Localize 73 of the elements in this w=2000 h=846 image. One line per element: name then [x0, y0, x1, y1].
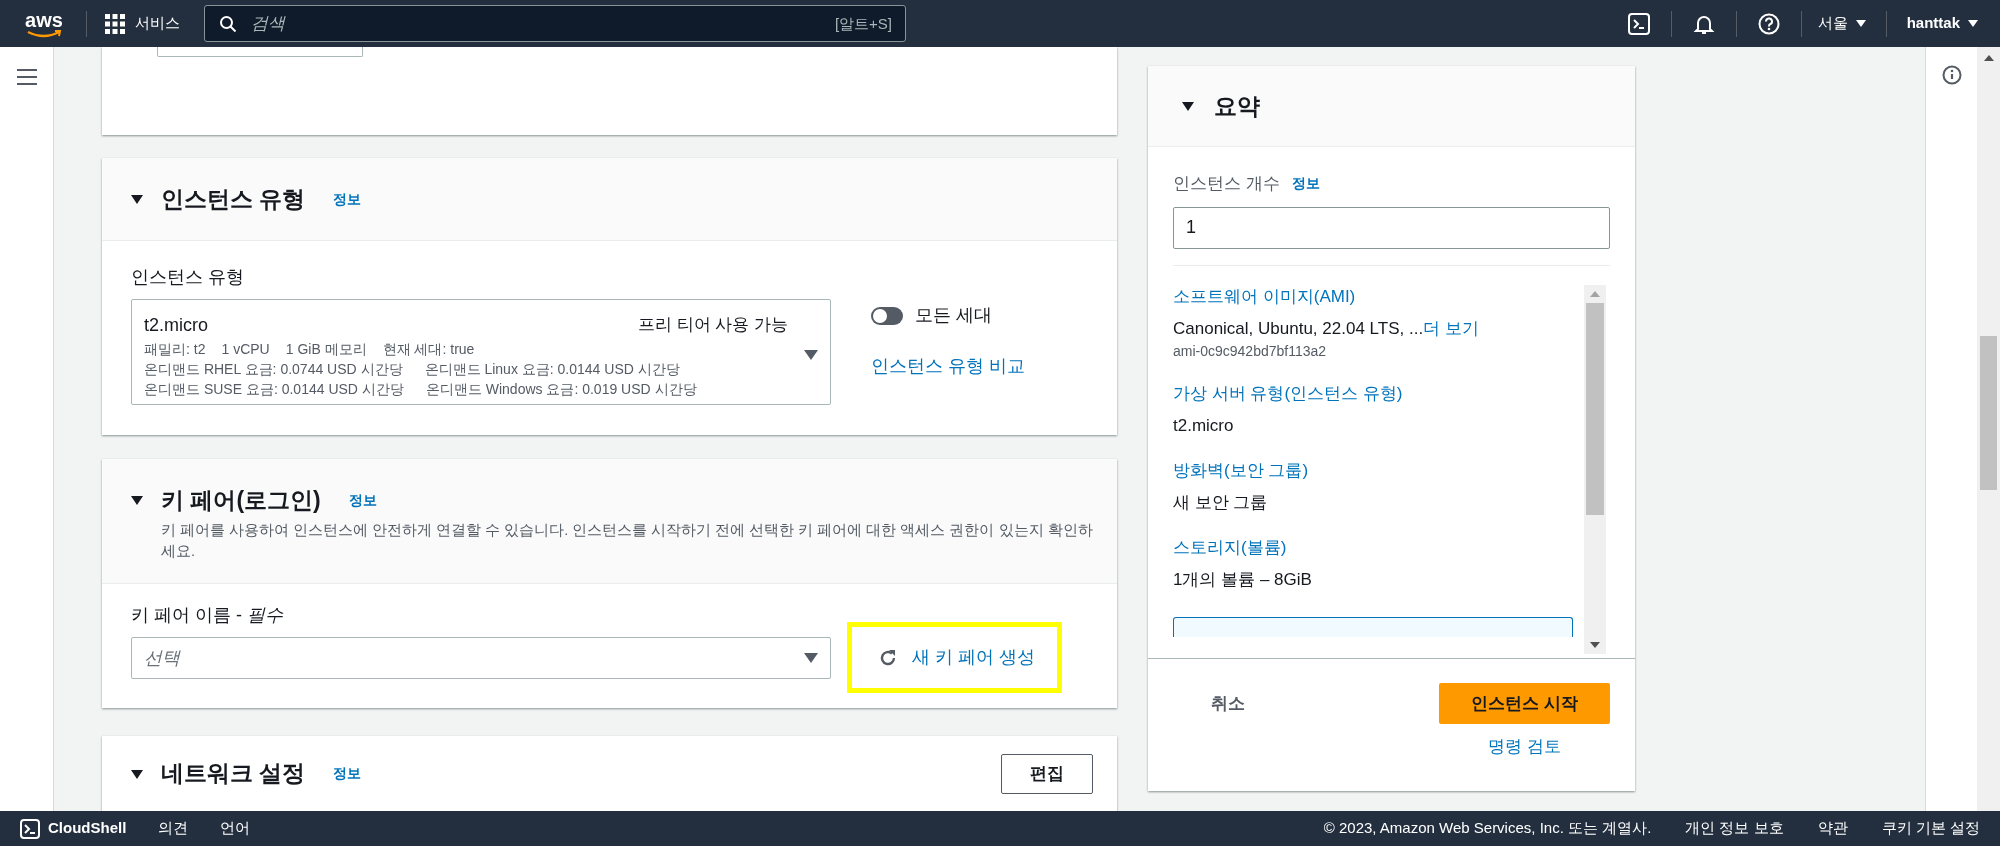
- info-icon[interactable]: [1941, 65, 1962, 85]
- create-key-pair-button[interactable]: 새 키 페어 생성: [847, 622, 1062, 693]
- field-label: 키 페어 이름 - 필수: [131, 604, 284, 627]
- footer-link[interactable]: 약관: [1817, 817, 1848, 840]
- summary-heading-link[interactable]: 스토리지(볼륨): [1173, 535, 1584, 560]
- info-link[interactable]: 정보: [333, 188, 362, 210]
- scroll-up-arrow-icon[interactable]: [1983, 55, 1994, 61]
- menu-icon[interactable]: [16, 69, 37, 85]
- grid-icon: [105, 13, 125, 34]
- services-menu-button[interactable]: 서비스: [105, 12, 180, 35]
- toggle-label: 모든 세대: [915, 304, 992, 327]
- section-title: 키 페어(로그인): [161, 486, 321, 515]
- dropdown-caret-icon: [804, 350, 818, 360]
- summary-value: 새 보안 그룹: [1173, 491, 1268, 514]
- key-pair-select[interactable]: 선택: [131, 637, 831, 679]
- show-more-link[interactable]: 더 보기: [1423, 316, 1479, 341]
- summary-value: t2.micro: [1173, 414, 1234, 437]
- summary-value: Canonical, Ubuntu, 22.04 LTS, ...: [1173, 317, 1424, 340]
- search-icon: [219, 15, 237, 33]
- ami-id: ami-0c9c942bd7bf113a2: [1173, 341, 1328, 361]
- scrollbar[interactable]: [1584, 284, 1606, 654]
- aws-logo[interactable]: aws: [22, 9, 66, 38]
- launch-instance-button[interactable]: 인스턴스 시작: [1439, 683, 1610, 724]
- field-label: 인스턴스 개수: [1173, 173, 1280, 195]
- review-commands-link[interactable]: 명령 검토: [1488, 734, 1561, 760]
- caret-icon: [1968, 20, 1978, 27]
- instance-detail: 1 GiB 메모리: [285, 339, 367, 359]
- instance-count-field[interactable]: 1: [1173, 206, 1610, 249]
- copyright-text: © 2023, Amazon Web Services, Inc. 또는 계열사.: [1323, 818, 1652, 839]
- free-tier-label: 프리 티어 사용 가능: [637, 313, 788, 336]
- cloudshell-icon[interactable]: [1627, 12, 1650, 35]
- cancel-button[interactable]: 취소: [1173, 683, 1283, 724]
- account-menu[interactable]: hanttak: [1906, 12, 1978, 35]
- footer-link[interactable]: 언어: [220, 817, 251, 840]
- footer-link[interactable]: 의견: [158, 817, 189, 840]
- panel-title: 요약: [1214, 91, 1260, 121]
- section-description: 키 페어를 사용하여 인스턴스에 안전하게 연결할 수 있습니다. 인스턴스를 시작하기 전에 선택한 키 페어에 대한 액세스 권한이 있는지 확인하세요.: [161, 520, 1094, 561]
- info-link[interactable]: 정보: [1291, 173, 1320, 195]
- instance-detail: 온디맨드 Linux 요금: 0.0144 USD 시간당: [424, 359, 680, 379]
- instance-detail: 1 vCPU: [221, 339, 270, 359]
- instance-detail: 현재 세대: true: [382, 339, 475, 359]
- edit-button[interactable]: 편집: [1001, 753, 1093, 794]
- section-title: 네트워크 설정: [161, 759, 306, 789]
- instance-type-select[interactable]: t2.micro 프리 티어 사용 가능 패밀리: t2 1 vCPU 1 GiB 메모리 현재 세대: true 온디맨드 RHEL 요금: 0.0744 USD 시간당 온디맨드 Linux 요금: 0.0144 USD 시간당 온디맨드 SUSE 요금: 0.0144 USD 시간당 온디맨드 Windows 요금: 0.019 USD 시간당: [131, 299, 831, 405]
- instance-type-name: t2.micro: [144, 313, 208, 337]
- instance-detail: 온디맨드 Windows 요금: 0.019 USD 시간당: [425, 379, 697, 399]
- instance-detail: 온디맨드 RHEL 요금: 0.0744 USD 시간당: [144, 359, 403, 379]
- scrollbar-thumb[interactable]: [1980, 336, 1997, 490]
- footer-link[interactable]: 개인 정보 보호: [1685, 817, 1784, 840]
- select-placeholder: 선택: [144, 646, 182, 670]
- cloudshell-button[interactable]: CloudShell: [20, 817, 127, 840]
- info-link[interactable]: 정보: [348, 489, 377, 511]
- dropdown-caret-icon: [804, 653, 818, 663]
- field-label: 인스턴스 유형: [131, 266, 245, 289]
- region-menu[interactable]: 서울: [1817, 12, 1866, 35]
- instance-detail: 패밀리: t2: [144, 339, 206, 359]
- summary-value: 1개의 볼륨 – 8GiB: [1173, 568, 1312, 591]
- summary-heading-link[interactable]: 방화벽(보안 그룹): [1173, 458, 1584, 483]
- instance-detail: 온디맨드 SUSE 요금: 0.0144 USD 시간당: [144, 379, 404, 399]
- compare-instance-types-link[interactable]: 인스턴스 유형 비교: [871, 353, 1025, 380]
- caret-icon: [1855, 20, 1866, 27]
- terminal-icon: [20, 818, 40, 839]
- info-link[interactable]: 정보: [333, 763, 362, 784]
- footer-link[interactable]: 쿠키 기본 설정: [1881, 817, 1980, 840]
- help-icon[interactable]: [1757, 12, 1780, 35]
- scroll-down-arrow-icon[interactable]: [1590, 641, 1600, 648]
- summary-heading-link[interactable]: 가상 서버 유형(인스턴스 유형): [1173, 381, 1584, 406]
- toggle-switch[interactable]: [871, 306, 903, 325]
- section-title: 인스턴스 유형: [161, 184, 306, 214]
- summary-heading-link[interactable]: 소프트웨어 이미지(AMI): [1173, 284, 1584, 309]
- refresh-icon: [878, 647, 898, 668]
- shortcut-hint: [알트+S]: [834, 14, 892, 34]
- page-scrollbar[interactable]: [1977, 47, 2000, 811]
